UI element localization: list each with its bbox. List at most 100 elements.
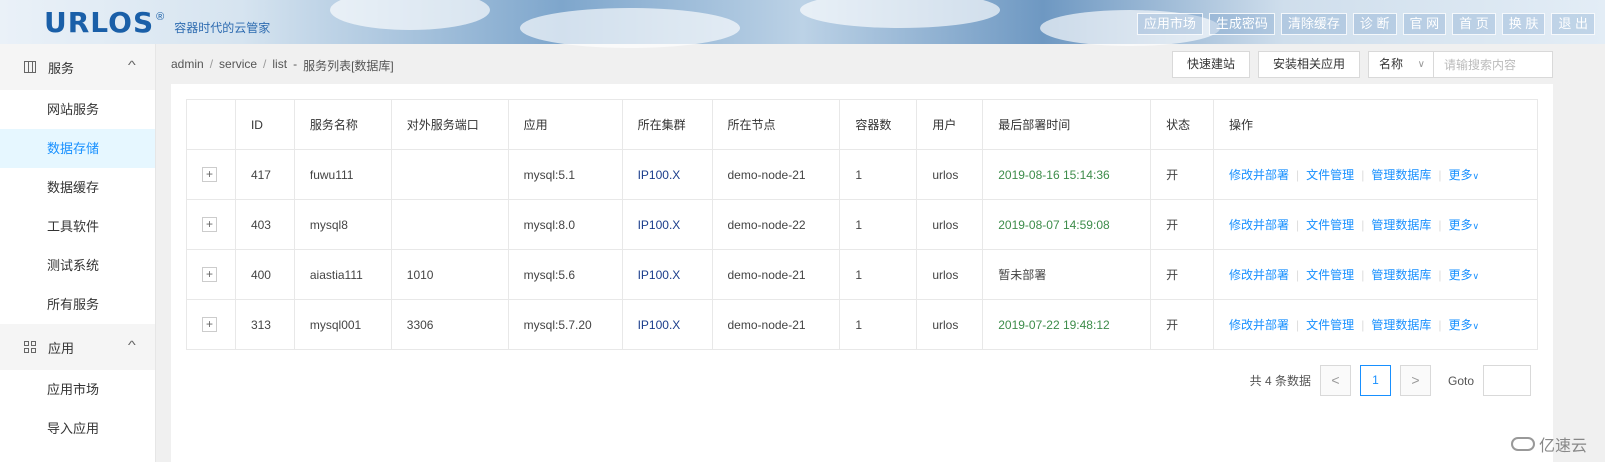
cell-cluster: IP100.X bbox=[621, 149, 713, 200]
quick-build-button[interactable]: 快速建站 bbox=[1171, 51, 1250, 78]
cell-actions: 修改并部署 | 文件管理 | 管理数据库 | 更多∨ bbox=[1213, 149, 1538, 200]
manage-database-link[interactable]: 管理数据库 bbox=[1371, 268, 1431, 282]
more-label: 更多 bbox=[1448, 318, 1473, 332]
cell-cluster: IP100.X bbox=[621, 199, 713, 250]
modify-deploy-link[interactable]: 修改并部署 bbox=[1229, 318, 1289, 332]
search-field-select[interactable]: 名称 ∨ bbox=[1368, 51, 1434, 78]
expand-row-button[interactable]: + bbox=[202, 267, 217, 282]
more-dropdown[interactable]: 更多∨ bbox=[1448, 318, 1479, 332]
breadcrumb-item[interactable]: list bbox=[272, 57, 287, 74]
expand-cell: + bbox=[186, 299, 236, 350]
modify-deploy-link[interactable]: 修改并部署 bbox=[1229, 268, 1289, 282]
file-manager-link[interactable]: 文件管理 bbox=[1306, 218, 1354, 232]
file-manager-link[interactable]: 文件管理 bbox=[1306, 318, 1354, 332]
sidebar-item-website-services[interactable]: 网站服务 bbox=[0, 90, 155, 129]
expand-row-button[interactable]: + bbox=[202, 167, 217, 182]
header-cloud bbox=[520, 8, 740, 48]
cell-id: 417 bbox=[234, 149, 295, 200]
cell-app: mysql:8.0 bbox=[507, 199, 623, 250]
sidebar-item-test-systems[interactable]: 测试系统 bbox=[0, 246, 155, 285]
file-manager-link[interactable]: 文件管理 bbox=[1306, 168, 1354, 182]
chevron-down-icon: ∨ bbox=[1472, 221, 1480, 231]
nav-logout-button[interactable]: 退 出 bbox=[1551, 13, 1595, 35]
pagination: 共 4 条数据 < 1 > Goto bbox=[1250, 365, 1531, 396]
more-dropdown[interactable]: 更多∨ bbox=[1448, 218, 1479, 232]
sidebar-item-tools[interactable]: 工具软件 bbox=[0, 207, 155, 246]
cell-status: 开 bbox=[1150, 249, 1215, 300]
nav-clear-cache-button[interactable]: 清除缓存 bbox=[1280, 13, 1347, 35]
nav-official-site-button[interactable]: 官 网 bbox=[1402, 13, 1447, 35]
logo[interactable]: URLOS ® 容器时代的云管家 bbox=[44, 6, 270, 39]
breadcrumb-item[interactable]: service bbox=[219, 57, 257, 74]
logo-registered-mark: ® bbox=[156, 11, 165, 23]
nav-change-skin-button[interactable]: 换 肤 bbox=[1501, 13, 1546, 35]
modify-deploy-link[interactable]: 修改并部署 bbox=[1229, 168, 1289, 182]
column-header-containers: 容器数 bbox=[839, 99, 918, 150]
grid-icon bbox=[24, 341, 36, 353]
manage-database-link[interactable]: 管理数据库 bbox=[1371, 318, 1431, 332]
top-header: URLOS ® 容器时代的云管家 应用市场 生成密码 清除缓存 诊 断 官 网 … bbox=[0, 0, 1605, 48]
search-input[interactable] bbox=[1434, 51, 1553, 78]
cell-containers: 1 bbox=[839, 149, 918, 200]
nav-diagnose-button[interactable]: 诊 断 bbox=[1352, 13, 1397, 35]
expand-row-button[interactable]: + bbox=[202, 217, 217, 232]
manage-database-link[interactable]: 管理数据库 bbox=[1371, 218, 1431, 232]
top-nav: 应用市场 生成密码 清除缓存 诊 断 官 网 首 页 换 肤 退 出 bbox=[1136, 13, 1595, 35]
cell-containers: 1 bbox=[839, 299, 918, 350]
cell-node: demo-node-21 bbox=[711, 149, 841, 200]
cell-app: mysql:5.7.20 bbox=[507, 299, 623, 350]
column-header-name: 服务名称 bbox=[293, 99, 392, 150]
cell-node: demo-node-21 bbox=[711, 249, 841, 300]
cell-user: urlos bbox=[916, 199, 984, 250]
sidebar-item-data-cache[interactable]: 数据缓存 bbox=[0, 168, 155, 207]
more-dropdown[interactable]: 更多∨ bbox=[1448, 268, 1479, 282]
logo-slogan: 容器时代的云管家 bbox=[174, 21, 271, 35]
cell-port: 3306 bbox=[390, 299, 509, 350]
cell-port: 1010 bbox=[390, 249, 509, 300]
cell-id: 313 bbox=[234, 299, 295, 350]
cell-name: mysql8 bbox=[293, 199, 392, 250]
sidebar-item-all-services[interactable]: 所有服务 bbox=[0, 285, 155, 324]
more-label: 更多 bbox=[1448, 218, 1473, 232]
cell-deploy-time: 2019-08-16 15:14:36 bbox=[982, 149, 1152, 200]
cell-deploy-time: 暂未部署 bbox=[982, 249, 1152, 300]
nav-home-button[interactable]: 首 页 bbox=[1452, 13, 1496, 35]
sidebar-item-import-app[interactable]: 导入应用 bbox=[0, 409, 155, 448]
table-row: + 403 mysql8 mysql:8.0 IP100.X demo-node… bbox=[186, 199, 1538, 250]
modify-deploy-link[interactable]: 修改并部署 bbox=[1229, 218, 1289, 232]
sidebar-group-services[interactable]: 服务 ^ bbox=[0, 44, 155, 90]
cell-app: mysql:5.1 bbox=[507, 149, 623, 200]
header-cloud bbox=[800, 0, 1000, 28]
cell-id: 400 bbox=[234, 249, 295, 300]
sidebar-group-apps[interactable]: 应用 ^ bbox=[0, 324, 155, 370]
cell-containers: 1 bbox=[839, 249, 918, 300]
next-page-button[interactable]: > bbox=[1399, 365, 1431, 396]
cell-app: mysql:5.6 bbox=[507, 249, 623, 300]
search-field-value: 名称 bbox=[1379, 57, 1404, 71]
column-header-id: ID bbox=[234, 99, 295, 150]
expand-row-button[interactable]: + bbox=[202, 317, 217, 332]
table-row: + 400 aiastia111 1010 mysql:5.6 IP100.X … bbox=[186, 249, 1538, 300]
header-cloud bbox=[330, 0, 490, 30]
column-header-app: 应用 bbox=[507, 99, 623, 150]
expand-cell: + bbox=[186, 249, 236, 300]
install-app-button[interactable]: 安装相关应用 bbox=[1257, 51, 1360, 78]
nav-generate-password-button[interactable]: 生成密码 bbox=[1208, 13, 1275, 35]
sidebar-item-data-storage[interactable]: 数据存储 bbox=[0, 129, 155, 168]
breadcrumb-item[interactable]: admin bbox=[171, 57, 204, 74]
more-label: 更多 bbox=[1448, 168, 1473, 182]
more-dropdown[interactable]: 更多∨ bbox=[1448, 168, 1479, 182]
table-header-row: ID 服务名称 对外服务端口 应用 所在集群 所在节点 容器数 用户 最后部署时… bbox=[186, 99, 1538, 150]
breadcrumb: admin / service / list - 服务列表[数据库] bbox=[171, 57, 394, 74]
page-button-current[interactable]: 1 bbox=[1359, 365, 1391, 396]
cell-cluster: IP100.X bbox=[621, 299, 713, 350]
manage-database-link[interactable]: 管理数据库 bbox=[1371, 168, 1431, 182]
cell-deploy-time: 2019-08-07 14:59:08 bbox=[982, 199, 1152, 250]
cell-id: 403 bbox=[234, 199, 295, 250]
file-manager-link[interactable]: 文件管理 bbox=[1306, 268, 1354, 282]
nav-app-market-button[interactable]: 应用市场 bbox=[1136, 13, 1203, 35]
prev-page-button[interactable]: < bbox=[1319, 365, 1351, 396]
goto-page-input[interactable] bbox=[1483, 365, 1531, 396]
cell-user: urlos bbox=[916, 249, 984, 300]
sidebar-item-app-market[interactable]: 应用市场 bbox=[0, 370, 155, 409]
